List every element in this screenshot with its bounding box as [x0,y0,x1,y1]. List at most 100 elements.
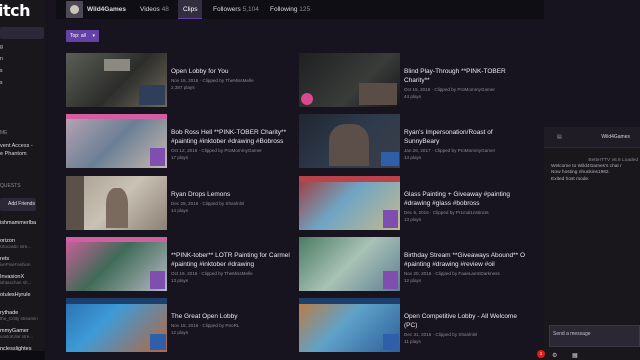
friend-status: ishtaschan sh... [0,280,32,285]
overlay-badge [150,148,165,166]
clip-card[interactable]: Open Competitive Lobby - All Welcome (PC… [299,298,529,354]
clip-info: Nov 18, 2016 · Clipped by PeoRL [171,323,240,328]
clip-thumbnail[interactable] [299,298,400,352]
overlay-badge [150,271,165,289]
clip-clipper[interactable]: ProMommyGamer [457,87,495,92]
clip-thumbnail[interactable] [299,237,400,291]
chat-list-icon[interactable]: ▤ [557,134,562,140]
channel-name[interactable]: Wild4Games [87,0,126,19]
twitch-logo[interactable]: itch [0,1,31,20]
clip-meta: The Great Open Lobby Nov 18, 2016 · Clip… [171,312,296,335]
clip-clipper[interactable]: TheMissMelle [224,271,252,276]
clip-meta: Birthday Stream **Giveaways Abound** O #… [404,251,529,283]
sidebar-game-link[interactable]: vent Access - e Phantom [0,142,45,158]
clip-card[interactable]: Birthday Stream **Giveaways Abound** O #… [299,237,529,293]
tab-clips[interactable]: Clips [178,0,203,19]
clip-thumbnail[interactable] [66,298,167,352]
clip-title[interactable]: **PINK-tober** LOTR Painting for Carmel … [171,251,296,269]
chat-header: ▤ Wild4Games [544,127,640,148]
sidebar-game-line: vent Access - [0,143,33,149]
friend-name: otulesHyrule [0,292,31,298]
clip-title[interactable]: Ryan's Impersonation/Roast of SunnyBeary [404,128,529,146]
clip-clipper[interactable]: ProMommyGamer [224,148,262,153]
friend-item[interactable]: orizon Utocastic stre... [0,238,45,254]
tab-followers[interactable]: Followers 5,104 [213,0,259,19]
clip-clipper[interactable]: TheMissMelle [225,78,253,83]
chat-input[interactable]: Send a message [549,325,640,347]
friend-status: the_Critty streamin [0,316,38,321]
clip-card[interactable]: Bob Ross Hell **PINK-TOBER Charity** #pa… [66,114,296,170]
clip-plays: 12 plays [404,278,422,283]
tab-following-label: Following [270,6,298,13]
friend-item[interactable]: otulesHyrule [0,292,45,308]
clip-clipper[interactable]: FaaeLaeInDarkness [458,271,499,276]
clip-thumbnail[interactable] [299,176,400,230]
clip-clipper[interactable]: Pr1mal1nstincts [456,210,489,215]
notification-badge[interactable]: 1 [537,350,545,358]
clip-title[interactable]: The Great Open Lobby [171,312,296,321]
clip-thumbnail[interactable] [66,176,167,230]
game-logo-icon [383,334,399,350]
clip-clipper[interactable]: Shanlnlnl [458,332,477,337]
friend-item[interactable]: mmyGamer vastorUlar stre... [0,328,45,344]
tab-followers-count: 5,104 [242,6,259,13]
friend-item[interactable]: InvasionX ishtaschan sh... [0,274,45,290]
clip-card[interactable]: Glass Painting + Giveaway #painting #dra… [299,176,529,232]
clip-thumbnail[interactable] [66,114,167,168]
clip-title[interactable]: Bob Ross Hell **PINK-TOBER Charity** #pa… [171,128,296,146]
tab-videos-count: 48 [161,6,169,13]
tab-followers-label: Followers [213,6,241,13]
clip-info: Nov 20, 2016 · Clipped by FaaeLaeInDarkn… [404,271,500,276]
clip-title[interactable]: Ryan Drops Lemons [171,190,296,199]
sidebar-bottom-bar [0,351,45,360]
clip-meta: Open Lobby for You Nov 15, 2016 · Clippe… [171,67,296,90]
clip-card[interactable]: Blind Play-Through **PINK-TOBER Charity*… [299,53,529,109]
friend-name: ishmammerlba [0,220,37,226]
clip-thumbnail[interactable] [299,53,400,107]
clip-thumbnail[interactable] [66,53,167,107]
tab-following[interactable]: Following 125 [270,0,310,19]
sidebar-nav-item[interactable]: g [0,44,3,56]
clip-title[interactable]: Blind Play-Through **PINK-TOBER Charity*… [404,67,529,85]
friends-list: ishmammerlba orizon Utocastic stre... ret… [0,220,45,360]
clip-clipper[interactable]: PeoRL [225,323,239,328]
users-icon[interactable]: ▦ [572,352,578,359]
clip-info: Nov 15, 2016 · Clipped by TheMissMelle [171,78,254,83]
friend-item[interactable]: rets ivePixeFashion [0,256,45,272]
top-banner [299,176,400,182]
clip-title[interactable]: Open Lobby for You [171,67,296,76]
friend-item[interactable]: rythade the_Critty streamin [0,310,45,326]
clip-meta: Ryan Drops Lemons Dec 29, 2016 · Clipped… [171,190,296,213]
clip-title[interactable]: Glass Painting + Giveaway #painting #dra… [404,190,529,208]
clip-date: Oct 19, 2016 [171,271,198,276]
clip-title[interactable]: Open Competitive Lobby - All Welcome (PC… [404,312,529,330]
sidebar-nav-item[interactable]: n [0,56,3,68]
sidebar-nav-item[interactable]: s [0,68,3,80]
tab-videos[interactable]: Videos 48 [140,0,169,19]
clip-title[interactable]: Birthday Stream **Giveaways Abound** O #… [404,251,529,269]
channel-avatar[interactable] [66,1,83,18]
friend-item[interactable]: ishmammerlba [0,220,45,236]
clip-card[interactable]: The Great Open Lobby Nov 18, 2016 · Clip… [66,298,296,354]
tab-following-count: 125 [299,6,311,13]
sidebar-search[interactable] [0,27,44,39]
sort-dropdown[interactable]: Top: all ▾ [66,30,99,42]
sidebar-nav-item[interactable]: s [0,80,3,92]
clip-thumbnail[interactable] [66,237,167,291]
friend-status: vastorUlar stre... [0,334,34,339]
clip-clipper[interactable]: ProMommyGamer [458,148,496,153]
clip-clipper[interactable]: Shanlnlnl [225,201,244,206]
gear-icon[interactable]: ⚙ [552,352,557,359]
clip-card[interactable]: Ryan's Impersonation/Roast of SunnyBeary… [299,114,529,170]
clip-info: Dec 6, 2016 · Clipped by Pr1mal1nstincts [404,210,489,215]
clip-thumbnail[interactable] [299,114,400,168]
clip-card[interactable]: **PINK-tober** LOTR Painting for Carmel … [66,237,296,293]
clip-card[interactable]: Ryan Drops Lemons Dec 29, 2016 · Clipped… [66,176,296,232]
hud-bar [299,298,400,304]
clip-meta: Open Competitive Lobby - All Welcome (PC… [404,312,529,344]
webcam-overlay [359,83,397,105]
clip-card[interactable]: Open Lobby for You Nov 15, 2016 · Clippe… [66,53,296,109]
add-friends-button[interactable]: Add Friends [0,198,36,211]
chat-message: Exited host mode. [551,176,590,182]
overlay-badge [383,271,398,289]
